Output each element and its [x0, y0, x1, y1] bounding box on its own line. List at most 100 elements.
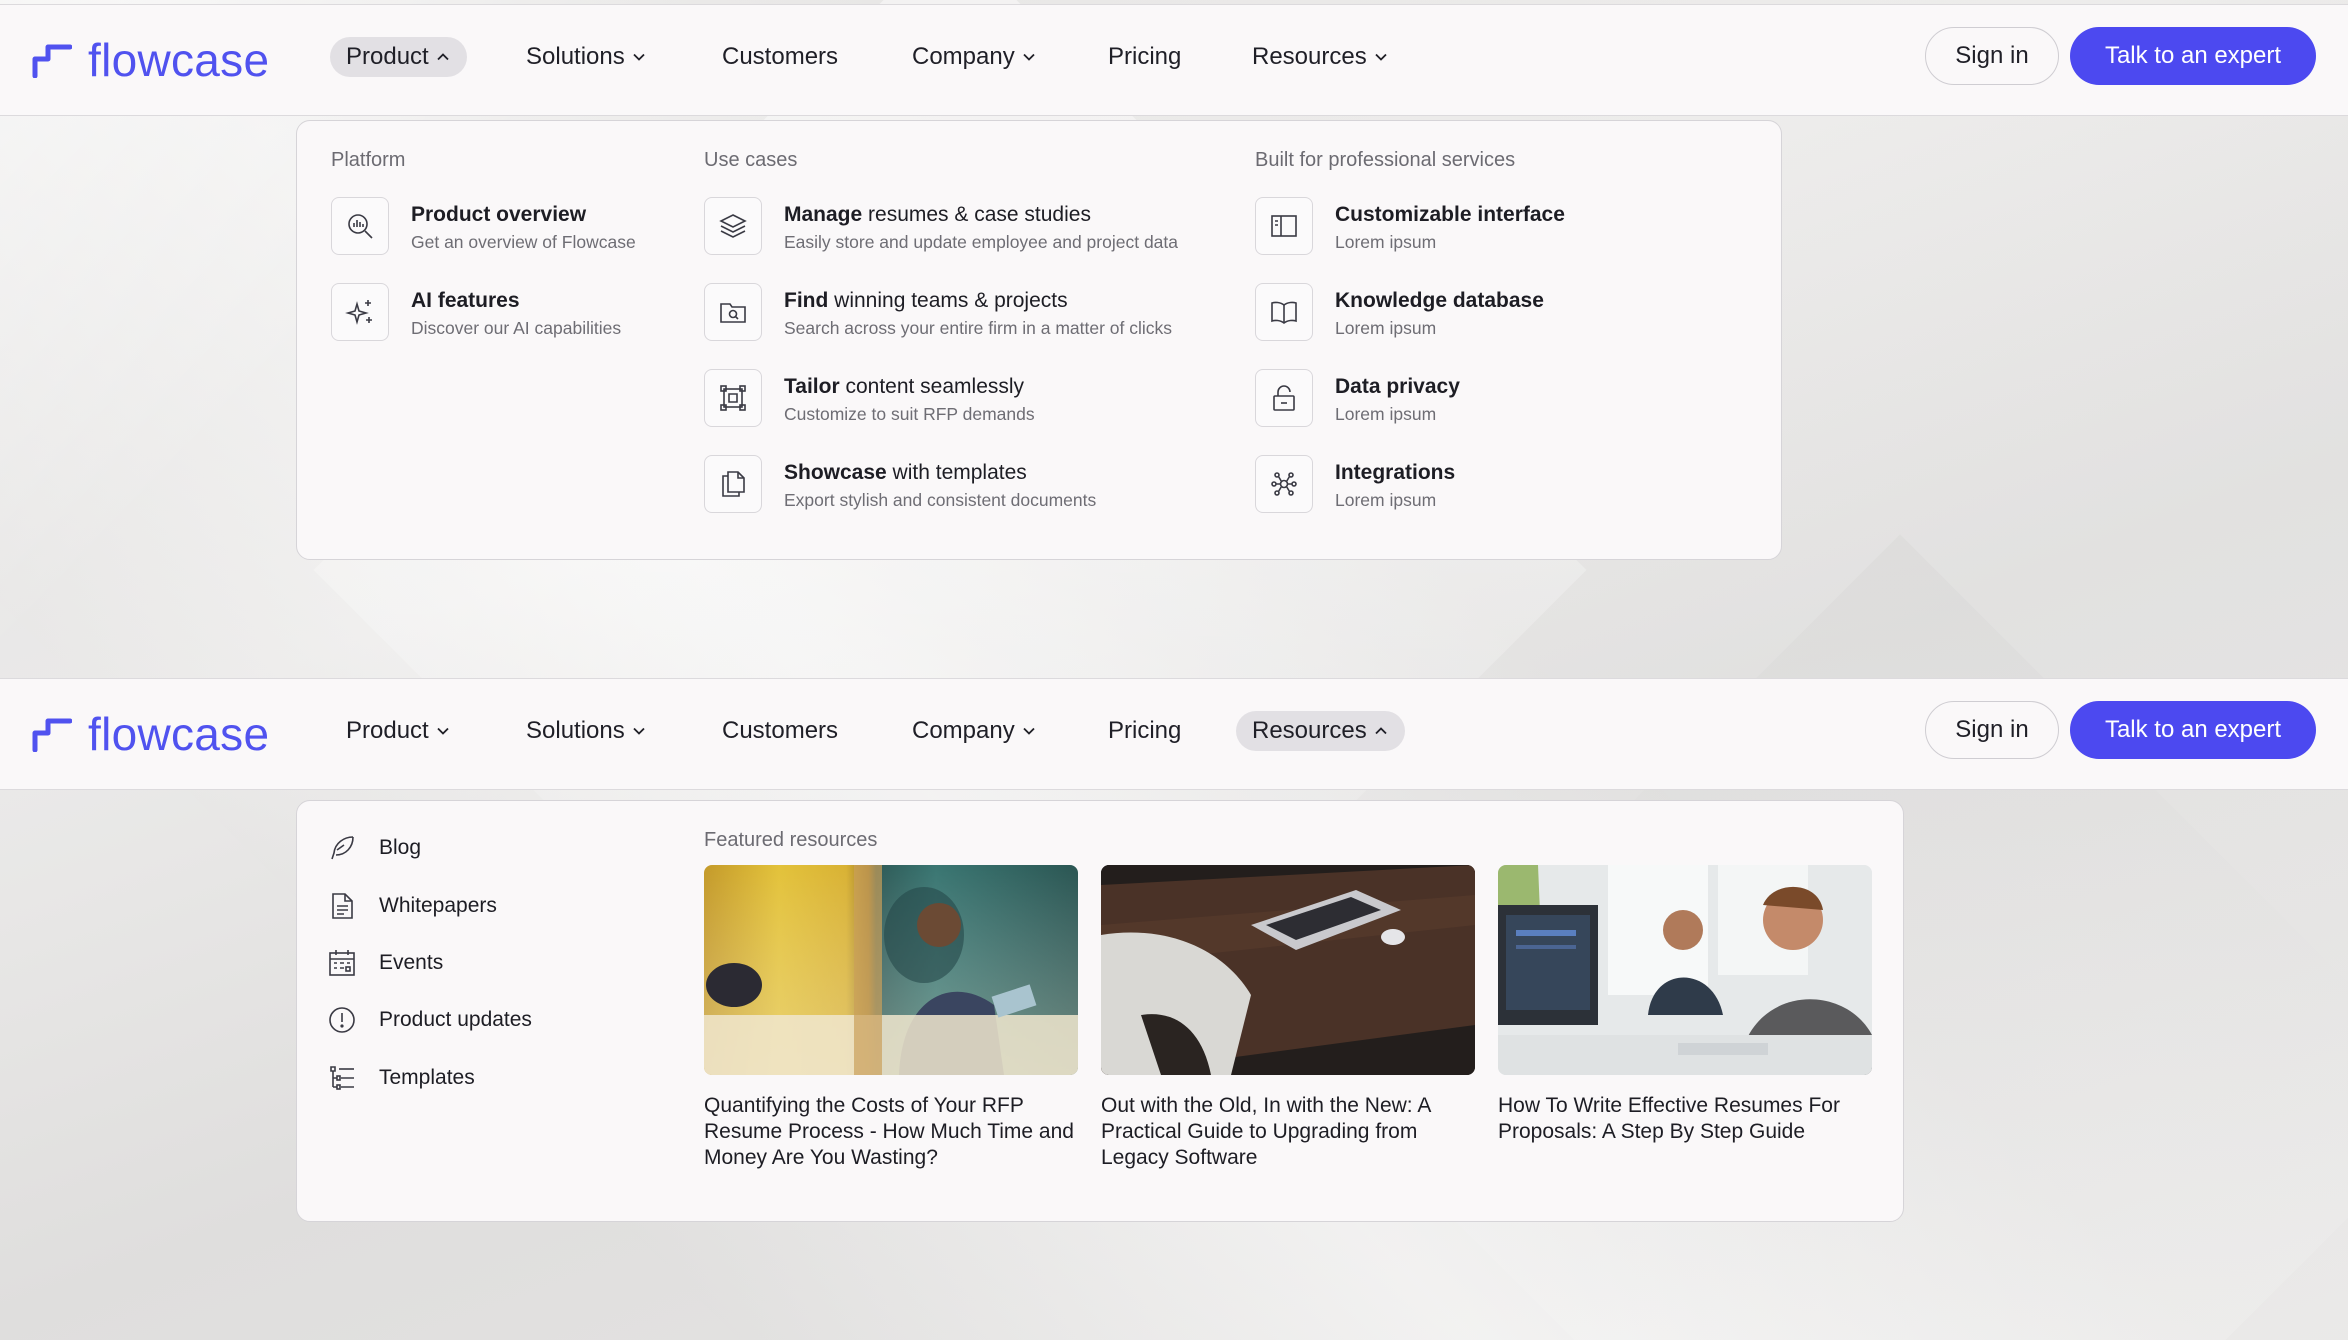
nav-solutions[interactable]: Solutions — [510, 37, 663, 77]
resources-dropdown: Blog Whitepapers Events Product updates … — [296, 800, 1904, 1222]
nav-label: Product — [346, 717, 429, 744]
nav-product[interactable]: Product — [330, 711, 467, 751]
resource-card[interactable]: How To Write Effective Resumes For Propo… — [1498, 865, 1872, 1145]
menu-item-desc: Customize to suit RFP demands — [784, 404, 1035, 424]
resource-link-whitepapers[interactable]: Whitepapers — [327, 891, 497, 921]
nav-company[interactable]: Company — [896, 37, 1053, 77]
menu-item-title: Customizable interface — [1335, 203, 1565, 226]
logo-text: flowcase — [88, 708, 270, 760]
layers-icon — [704, 197, 762, 255]
resource-link-label: Blog — [379, 836, 422, 859]
resource-link-label: Templates — [379, 1066, 475, 1089]
folder-search-icon — [704, 283, 762, 341]
menu-item-title: Data privacy — [1335, 375, 1460, 398]
resource-link-events[interactable]: Events — [327, 948, 443, 978]
chevron-up-icon — [437, 53, 449, 61]
menu-item-desc: Lorem ipsum — [1335, 490, 1437, 510]
use-cases-heading: Use cases — [704, 149, 798, 171]
chevron-down-icon — [1023, 53, 1035, 61]
open-book-icon — [1255, 283, 1313, 341]
resource-card-title: Out with the Old, In with the New: A Pra… — [1101, 1094, 1431, 1169]
nav-pricing[interactable]: Pricing — [1092, 711, 1197, 751]
sign-in-button[interactable]: Sign in — [1925, 701, 2059, 759]
platform-heading: Platform — [331, 149, 406, 171]
calendar-icon — [329, 950, 355, 976]
unlocked-padlock-icon — [1255, 369, 1313, 427]
nav-company[interactable]: Company — [896, 711, 1053, 751]
menu-item-data-privacy[interactable]: Data privacy Lorem ipsum — [1255, 369, 1460, 427]
menu-item-find[interactable]: Find winning teams & projects Search acr… — [704, 283, 1172, 341]
talk-to-expert-button[interactable]: Talk to an expert — [2070, 701, 2316, 759]
resource-card[interactable]: Quantifying the Costs of Your RFP Resume… — [704, 865, 1078, 1171]
feather-pen-icon — [331, 836, 354, 860]
nav-label: Customers — [722, 43, 839, 70]
resource-link-templates[interactable]: Templates — [327, 1063, 475, 1093]
menu-item-manage[interactable]: Manage resumes & case studies Easily sto… — [704, 197, 1178, 255]
nav-customers[interactable]: Customers — [706, 711, 854, 751]
menu-item-ai-features[interactable]: AI features Discover our AI capabilities — [331, 283, 621, 341]
resource-link-label: Events — [379, 951, 444, 974]
menu-item-title: Find winning teams & projects — [784, 289, 1068, 312]
featured-resources-heading: Featured resources — [704, 829, 878, 851]
logo[interactable]: flowcase — [32, 711, 269, 757]
menu-item-desc: Lorem ipsum — [1335, 232, 1437, 252]
nav-label: Company — [912, 43, 1015, 70]
network-nodes-icon — [1255, 455, 1313, 513]
resource-link-product-updates[interactable]: Product updates — [327, 1005, 532, 1035]
two-men-computers-office-photo — [1498, 865, 1872, 1075]
nav-pricing[interactable]: Pricing — [1092, 37, 1197, 77]
document-text-icon — [332, 893, 353, 919]
chevron-up-icon — [1375, 727, 1387, 735]
menu-item-title: Tailor content seamlessly — [784, 375, 1025, 398]
analytics-search-icon — [331, 197, 389, 255]
menu-item-desc: Discover our AI capabilities — [411, 318, 622, 338]
nav-resources[interactable]: Resources — [1236, 37, 1405, 77]
nav-label: Customers — [722, 717, 839, 744]
chevron-down-icon — [1375, 53, 1387, 61]
menu-item-desc: Lorem ipsum — [1335, 404, 1437, 424]
chevron-down-icon — [633, 727, 645, 735]
list-checklist-icon — [330, 1066, 354, 1090]
logo[interactable]: flowcase — [32, 37, 269, 83]
menu-item-desc: Lorem ipsum — [1335, 318, 1437, 338]
menu-item-customizable-interface[interactable]: Customizable interface Lorem ipsum — [1255, 197, 1565, 255]
menu-item-knowledge-database[interactable]: Knowledge database Lorem ipsum — [1255, 283, 1544, 341]
nav-label: Resources — [1252, 43, 1367, 70]
laptop-desk-white-chair-photo — [1101, 865, 1475, 1075]
logo-text: flowcase — [88, 34, 270, 86]
chevron-down-icon — [633, 53, 645, 61]
nav-customers[interactable]: Customers — [706, 37, 854, 77]
chevron-down-icon — [1023, 727, 1035, 735]
nav-product[interactable]: Product — [330, 37, 467, 77]
top-navbar: flowcase Product Solutions Customers Com… — [0, 4, 2348, 116]
nav-label: Solutions — [526, 717, 625, 744]
menu-item-tailor[interactable]: Tailor content seamlessly Customize to s… — [704, 369, 1035, 427]
chevron-down-icon — [437, 727, 449, 735]
alert-circle-icon — [329, 1007, 355, 1033]
menu-item-desc: Easily store and update employee and pro… — [784, 232, 1179, 252]
nav-label: Solutions — [526, 43, 625, 70]
nav-label: Pricing — [1108, 717, 1182, 744]
menu-item-title: AI features — [411, 289, 520, 312]
resource-link-label: Product updates — [379, 1008, 532, 1031]
bottom-navbar: flowcase Product Solutions Customers Com… — [0, 678, 2348, 790]
sign-in-button[interactable]: Sign in — [1925, 27, 2059, 85]
resource-link-blog[interactable]: Blog — [327, 833, 421, 863]
sparkles-icon — [331, 283, 389, 341]
talk-to-expert-button[interactable]: Talk to an expert — [2070, 27, 2316, 85]
nav-label: Company — [912, 717, 1015, 744]
menu-item-showcase[interactable]: Showcase with templates Export stylish a… — [704, 455, 1096, 513]
resize-frame-icon — [704, 369, 762, 427]
menu-item-integrations[interactable]: Integrations Lorem ipsum — [1255, 455, 1455, 513]
nav-label: Resources — [1252, 717, 1367, 744]
menu-item-product-overview[interactable]: Product overview Get an overview of Flow… — [331, 197, 636, 255]
flowcase-logo-icon — [32, 718, 72, 752]
nav-solutions[interactable]: Solutions — [510, 711, 663, 751]
resource-card-title: How To Write Effective Resumes For Propo… — [1498, 1094, 1840, 1143]
menu-item-desc: Search across your entire firm in a matt… — [784, 318, 1173, 338]
menu-item-title: Showcase with templates — [784, 461, 1027, 484]
resource-card[interactable]: Out with the Old, In with the New: A Pra… — [1101, 865, 1475, 1171]
menu-item-desc: Get an overview of Flowcase — [411, 232, 636, 252]
resource-card-title: Quantifying the Costs of Your RFP Resume… — [704, 1094, 1074, 1169]
nav-resources[interactable]: Resources — [1236, 711, 1405, 751]
